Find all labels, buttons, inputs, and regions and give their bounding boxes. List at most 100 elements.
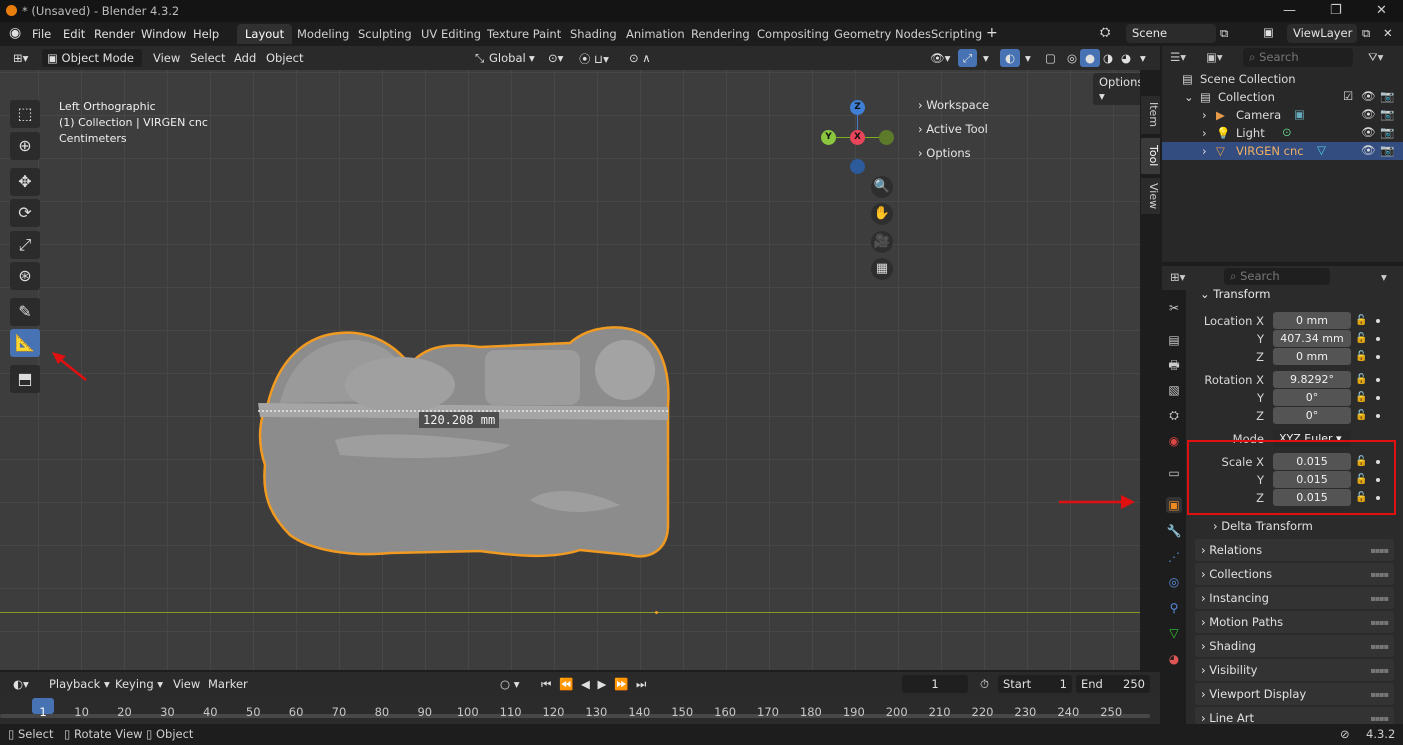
shading-panel[interactable]: › Shading ▪▪▪▪ [1195, 635, 1394, 657]
end-frame-field[interactable]: End 250 [1076, 675, 1150, 693]
rotation-y-field[interactable]: 0° [1273, 389, 1351, 406]
outliner-row-camera[interactable]: › ▶ Camera ▣ 👁 📷 [1162, 106, 1403, 124]
particles-tab-icon[interactable]: ⋰ [1166, 549, 1182, 565]
keyframe-dot[interactable] [1376, 337, 1380, 341]
drag-grip-icon[interactable]: ▪▪▪▪ [1370, 690, 1389, 699]
render-camera-icon[interactable]: 📷 [1380, 125, 1394, 139]
properties-dropdown-icon[interactable]: ▾ [1381, 270, 1387, 284]
drag-grip-icon[interactable]: ▪▪▪▪ [1370, 714, 1389, 723]
lock-icon[interactable]: 🔓 [1355, 392, 1367, 403]
auto-keying-icon[interactable]: ○ ▾ [495, 675, 524, 693]
tab-uv-editing[interactable]: UV Editing [413, 24, 489, 44]
npanel-options[interactable]: › Options [918, 146, 971, 160]
menu-add[interactable]: Add [229, 49, 261, 67]
menu-marker[interactable]: Marker [203, 675, 253, 693]
timeline-editor-icon[interactable]: ◐▾ [8, 675, 34, 693]
mode-selector[interactable]: ▣ Object Mode ▾ [42, 49, 142, 79]
tab-scripting[interactable]: Scripting [923, 24, 990, 44]
physics-tab-icon[interactable]: ◎ [1166, 574, 1182, 590]
transform-tool[interactable]: ⊛ [10, 262, 40, 290]
tab-shading[interactable]: Shading [562, 24, 625, 44]
new-scene-icon[interactable]: ⧉ [1220, 26, 1228, 41]
playback-controls[interactable]: ⏮ ⏪ ◀ ▶ ⏩ ⏭ [536, 675, 653, 693]
menu-window[interactable]: Window [141, 27, 186, 41]
menu-timeline-view[interactable]: View [168, 675, 205, 693]
select-box-tool[interactable]: ⬚ [10, 100, 40, 128]
rotation-z-field[interactable]: 0° [1273, 407, 1351, 424]
drag-grip-icon[interactable]: ▪▪▪▪ [1370, 570, 1389, 579]
view-layer-tab-icon[interactable]: ▧ [1166, 382, 1182, 398]
properties-search-input[interactable]: ⌕ Search [1224, 268, 1330, 285]
menu-object[interactable]: Object [261, 49, 308, 67]
options-dropdown[interactable]: Options ▾ [1093, 73, 1140, 105]
keyframe-dot[interactable] [1376, 414, 1380, 418]
xray-icon[interactable]: ▢ [1040, 49, 1061, 67]
modifier-tab-icon[interactable]: 🔧 [1166, 523, 1182, 539]
snap-icon[interactable]: ⦿ ⊔▾ [574, 49, 614, 67]
menu-playback[interactable]: Playback ▾ [44, 675, 115, 693]
lock-icon[interactable]: 🔓 [1355, 410, 1367, 421]
render-camera-icon[interactable]: 📷 [1380, 143, 1394, 157]
pivot-icon[interactable]: ⊙▾ [543, 49, 568, 67]
gizmo-toggle-icon[interactable]: ⤢ [958, 49, 978, 67]
collection-tab-icon[interactable]: ▭ [1166, 465, 1182, 481]
orientation-dropdown-icon[interactable]: ▾ [524, 49, 540, 67]
scale-tool[interactable]: ⤢ [10, 231, 40, 259]
tool-tab-icon[interactable]: ✂ [1166, 300, 1182, 316]
tab-sculpting[interactable]: Sculpting [350, 24, 420, 44]
lock-icon[interactable]: 🔓 [1355, 315, 1367, 326]
eye-icon[interactable]: 👁 [1361, 89, 1376, 103]
drag-grip-icon[interactable]: ▪▪▪▪ [1370, 594, 1389, 603]
eye-icon[interactable]: 👁 [1361, 143, 1376, 157]
relations-panel[interactable]: › Relations ▪▪▪▪ [1195, 539, 1394, 561]
tab-animation[interactable]: Animation [618, 24, 693, 44]
keyframe-dot[interactable] [1376, 355, 1380, 359]
render-camera-icon[interactable]: 📷 [1380, 89, 1394, 103]
current-frame-field[interactable]: 1 [902, 675, 968, 693]
proportional-edit-icon[interactable]: ⊙ ∧ [624, 49, 656, 67]
menu-select[interactable]: Select [185, 49, 230, 67]
annotate-tool[interactable]: ✎ [10, 298, 40, 326]
scene-selector[interactable]: Scene [1126, 24, 1216, 43]
location-y-field[interactable]: 407.34 mm [1273, 330, 1351, 347]
shading-dropdown-icon[interactable]: ▾ [1135, 49, 1151, 67]
object-tab-icon[interactable]: ▣ [1166, 497, 1182, 513]
tab-view[interactable]: View [1141, 178, 1160, 214]
zoom-icon[interactable]: 🔍 [871, 176, 893, 198]
tab-rendering[interactable]: Rendering [683, 24, 758, 44]
add-cube-tool[interactable]: ⬒ [10, 365, 40, 393]
menu-view[interactable]: View [148, 49, 185, 67]
overlay-dropdown-icon[interactable]: ▾ [1020, 49, 1036, 67]
visibility-icon[interactable]: 👁▾ [925, 49, 955, 67]
outliner-search-input[interactable]: ⌕ Search [1243, 48, 1353, 67]
transform-panel-header[interactable]: ⌄ Transform [1200, 287, 1271, 301]
collections-panel[interactable]: › Collections ▪▪▪▪ [1195, 563, 1394, 585]
instancing-panel[interactable]: › Instancing ▪▪▪▪ [1195, 587, 1394, 609]
render-tab-icon[interactable]: ▤ [1166, 332, 1182, 348]
outliner-display-mode-icon[interactable]: ▣▾ [1206, 50, 1223, 64]
gizmo-neg-z-axis[interactable] [850, 159, 865, 174]
outliner-row-virgen-cnc[interactable]: › ▽ VIRGEN cnc ▽ 👁 📷 [1162, 142, 1403, 160]
visibility-panel[interactable]: › Visibility ▪▪▪▪ [1195, 659, 1394, 681]
npanel-active-tool[interactable]: › Active Tool [918, 122, 988, 136]
eye-icon[interactable]: 👁 [1361, 107, 1376, 121]
lock-icon[interactable]: 🔓 [1355, 374, 1367, 385]
3d-viewport[interactable]: 120.208 mm Left Orthographic (1) Collect… [0, 70, 1140, 670]
menu-edit[interactable]: Edit [63, 27, 85, 41]
line-art-panel[interactable]: › Line Art ▪▪▪▪ [1195, 707, 1394, 724]
gizmo-z-axis[interactable]: Z [850, 100, 865, 115]
rotation-x-field[interactable]: 9.8292° [1273, 371, 1351, 388]
view-layer-icon[interactable]: ▣ [1263, 25, 1274, 39]
camera-view-icon[interactable]: 🎥 [871, 231, 893, 253]
location-x-field[interactable]: 0 mm [1273, 312, 1351, 329]
overlay-toggle-icon[interactable]: ◐ [1000, 49, 1021, 67]
tab-modeling[interactable]: Modeling [289, 24, 357, 44]
rotate-tool[interactable]: ⟳ [10, 199, 40, 227]
minimize-icon[interactable]: — [1283, 3, 1296, 18]
motion-paths-panel[interactable]: › Motion Paths ▪▪▪▪ [1195, 611, 1394, 633]
render-camera-icon[interactable]: 📷 [1380, 107, 1394, 121]
editor-type-icon[interactable]: ⊞▾ [8, 49, 33, 67]
material-tab-icon[interactable]: ◕ [1166, 651, 1182, 667]
location-z-field[interactable]: 0 mm [1273, 348, 1351, 365]
rendered-shading-icon[interactable]: ◕ [1116, 49, 1136, 67]
